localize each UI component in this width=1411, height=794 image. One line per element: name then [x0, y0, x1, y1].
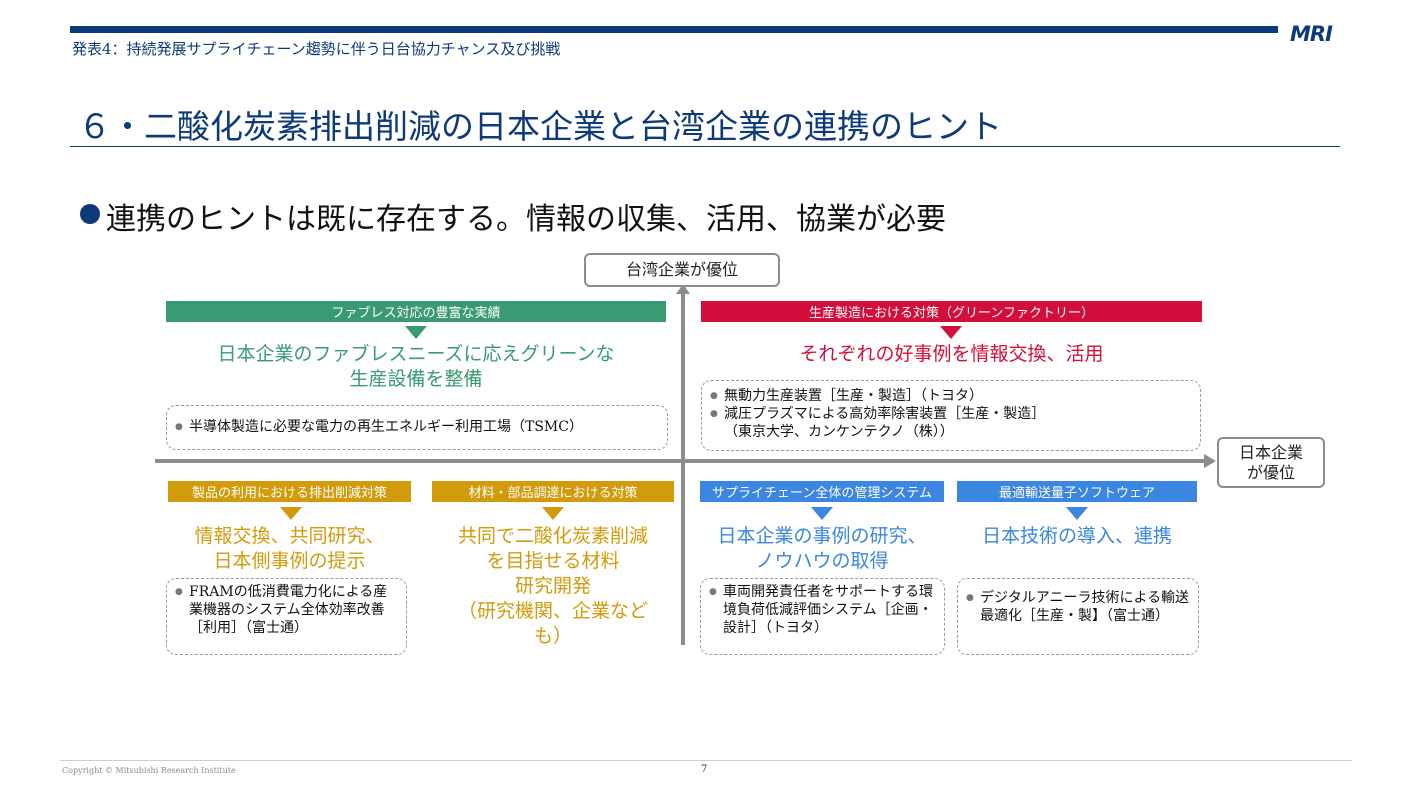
heading-product-use: 情報交換、共同研究、 日本側事例の提示 [194, 525, 385, 572]
case-box-fabless: 半導体製造に必要な電力の再生エネルギー利用工場（TSMC） [166, 405, 668, 450]
banner-supply-chain: サプライチェーン全体の管理システム [700, 481, 944, 502]
mri-logo: MRI [1290, 22, 1333, 46]
case-box-product-use: FRAMの低消費電力化による産業機器のシステム全体効率改善［利用］（富士通） [166, 578, 407, 655]
horizontal-axis [155, 459, 1205, 463]
case-item: 車両開発責任者をサポートする環境負荷低減評価システム［企画・設計］（トヨタ） [709, 583, 936, 637]
case-item: FRAMの低消費電力化による産業機器のシステム全体効率改善［利用］（富士通） [175, 583, 398, 637]
case-item: 半導体製造に必要な電力の再生エネルギー利用工場（TSMC） [175, 418, 659, 436]
heading-supply-chain: 日本企業の事例の研究、 ノウハウの取得 [717, 525, 927, 572]
chevron-down-icon [280, 507, 302, 520]
banner-quantum-logistics: 最適輸送量子ソフトウェア [957, 481, 1197, 502]
axis-label-japan-advantage: 日本企業 が優位 [1217, 437, 1325, 488]
heading-fabless: 日本企業のファブレスニーズに応えグリーンな 生産設備を整備 [217, 343, 615, 390]
slide-title: ６・二酸化炭素排出削減の日本企業と台湾企業の連携のヒント [78, 107, 1002, 146]
case-item: 減圧プラズマによる高効率除害装置［生産・製造］ （東京大学、カンケンテクノ（株）… [710, 405, 1192, 441]
case-item: 無動力生産装置［生産・製造］（トヨタ） [710, 387, 1192, 405]
main-bullet-text: 連携のヒントは既に存在する。情報の収集、活用、協業が必要 [106, 202, 946, 237]
vertical-axis [681, 292, 685, 645]
chevron-down-icon [811, 507, 833, 520]
chevron-down-icon [542, 507, 564, 520]
case-item: デジタルアニーラ技術による輸送最適化［生産・製】（富士通） [966, 589, 1190, 625]
chevron-down-icon [1066, 507, 1088, 520]
arrow-right-icon [1204, 454, 1216, 468]
chevron-down-icon [940, 326, 962, 339]
chevron-down-icon [405, 326, 427, 339]
axis-label-taiwan-advantage: 台湾企業が優位 [584, 253, 780, 287]
page-number: 7 [701, 764, 708, 775]
case-box-supply-chain: 車両開発責任者をサポートする環境負荷低減評価システム［企画・設計］（トヨタ） [700, 578, 945, 655]
heading-materials: 共同で二酸化炭素削減 を目指せる材料 研究開発 （研究機関、企業など も） [457, 525, 648, 647]
banner-fabless: ファブレス対応の豊富な実績 [166, 301, 666, 322]
bullet-icon [80, 204, 100, 224]
heading-green-factory: それぞれの好事例を情報交換、活用 [799, 343, 1104, 365]
case-box-quantum-logistics: デジタルアニーラ技術による輸送最適化［生産・製】（富士通） [957, 578, 1199, 655]
banner-green-factory: 生産製造における対策（グリーンファクトリー） [701, 301, 1202, 322]
case-box-green-factory: 無動力生産装置［生産・製造］（トヨタ） 減圧プラズマによる高効率除害装置［生産・… [701, 380, 1201, 451]
copyright-text: Copyright © Mitsubishi Research Institut… [62, 766, 236, 775]
banner-materials: 材料・部品調達における対策 [432, 481, 674, 502]
header-bar [70, 26, 1278, 33]
banner-product-use: 製品の利用における排出削減対策 [168, 481, 411, 502]
title-divider [70, 146, 1340, 147]
footer-divider [60, 760, 1352, 761]
deck-subtitle: 発表4：持続発展サプライチェーン趨勢に伴う日台協力チャンス及び挑戦 [72, 40, 561, 58]
heading-quantum-logistics: 日本技術の導入、連携 [981, 525, 1172, 547]
